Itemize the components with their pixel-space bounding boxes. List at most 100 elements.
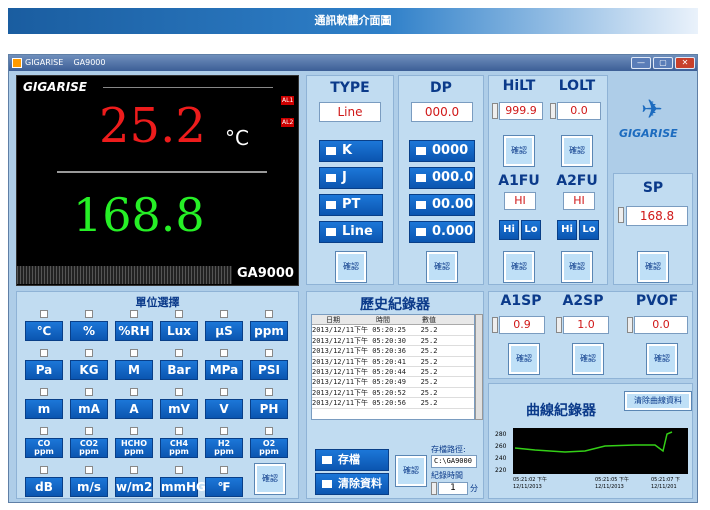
unit-button-hcho[interactable]: HCHO ppm [115,438,153,458]
unit-checkbox-ms[interactable] [85,466,93,474]
history-row[interactable]: 2013/12/11下午 05:20:25 25.2 [312,325,474,336]
unit-button-wm2[interactable]: w/m2 [115,477,153,497]
a1sp-spinner[interactable] [492,317,498,333]
unit-button-mpa[interactable]: MPa [205,360,243,380]
clear-data-button[interactable]: 清除資料 [315,473,389,495]
a1fu-confirm-button[interactable]: 確認 [503,251,535,283]
unit-button-db[interactable]: dB [25,477,63,497]
interval-spinner[interactable] [431,482,437,495]
unit-button-meter[interactable]: m [25,399,63,419]
clear-curve-button[interactable]: 清除曲線資料 [624,391,692,411]
dp-option-000-0[interactable]: 000.0 [409,167,475,189]
unit-checkbox-celsius[interactable] [40,310,48,318]
unit-checkbox-bar[interactable] [175,349,183,357]
unit-button-m[interactable]: M [115,360,153,380]
unit-checkbox-psi[interactable] [265,349,273,357]
unit-button-pa[interactable]: Pa [25,360,63,380]
unit-button-ph[interactable]: PH [250,399,288,419]
unit-checkbox-ch4[interactable] [175,427,183,435]
type-option-pt[interactable]: PT [319,194,383,216]
unit-checkbox-ph[interactable] [265,388,273,396]
maximize-button[interactable]: ▢ [653,57,673,69]
history-row[interactable]: 2013/12/11下午 05:20:56 25.2 [312,398,474,409]
a2sp-value[interactable]: 1.0 [563,316,609,334]
unit-checkbox-ma[interactable] [85,388,93,396]
unit-checkbox-meter[interactable] [40,388,48,396]
unit-button-percent[interactable]: % [70,321,108,341]
unit-button-lux[interactable]: Lux [160,321,198,341]
close-button[interactable]: ✕ [675,57,695,69]
dp-option-0-000[interactable]: 0.000 [409,221,475,243]
unit-button-mv[interactable]: mV [160,399,198,419]
unit-checkbox-pa[interactable] [40,349,48,357]
unit-button-o2[interactable]: O2 ppm [250,438,288,458]
pvof-confirm-button[interactable]: 確認 [646,343,678,375]
unit-checkbox-o2[interactable] [265,427,273,435]
a2fu-confirm-button[interactable]: 確認 [561,251,593,283]
unit-checkbox-rh[interactable] [130,310,138,318]
unit-button-kg[interactable]: KG [70,360,108,380]
unit-checkbox-h2[interactable] [220,427,228,435]
path-input[interactable]: C:\GA9000 [431,455,477,468]
unit-checkbox-mv[interactable] [175,388,183,396]
unit-checkbox-hcho[interactable] [130,427,138,435]
unit-button-co2[interactable]: CO2 ppm [70,438,108,458]
a2sp-spinner[interactable] [556,317,562,333]
unit-button-mmhg[interactable]: mmHG [160,477,206,497]
type-option-line[interactable]: Line [319,221,383,243]
unit-checkbox-us[interactable] [220,310,228,318]
history-confirm-button[interactable]: 確認 [395,455,427,487]
history-row[interactable]: 2013/12/11下午 05:20:52 25.2 [312,388,474,399]
type-confirm-button[interactable]: 確認 [335,251,367,283]
pvof-value[interactable]: 0.0 [634,316,688,334]
unit-button-ch4[interactable]: CH4 ppm [160,438,198,458]
sp-spinner[interactable] [618,207,624,223]
unit-button-a[interactable]: A [115,399,153,419]
lolt-confirm-button[interactable]: 確認 [561,135,593,167]
type-option-k[interactable]: K [319,140,383,162]
unit-checkbox-a[interactable] [130,388,138,396]
history-table[interactable]: 日期 時間 數值 2013/12/11下午 05:20:25 25.2 2013/12/… [311,314,475,420]
minimize-button[interactable]: — [631,57,651,69]
pvof-spinner[interactable] [627,317,633,333]
type-option-j[interactable]: J [319,167,383,189]
lolt-spinner[interactable] [550,103,556,119]
a1sp-confirm-button[interactable]: 確認 [508,343,540,375]
unit-button-co[interactable]: CO ppm [25,438,63,458]
a2sp-confirm-button[interactable]: 確認 [572,343,604,375]
unit-checkbox-wm2[interactable] [130,466,138,474]
hilt-spinner[interactable] [492,103,498,119]
a1fu-hi-button[interactable]: Hi [499,220,519,240]
unit-checkbox-fahrenheit[interactable] [220,466,228,474]
unit-button-ms[interactable]: m/s [70,477,108,497]
lolt-value[interactable]: 0.0 [557,102,601,120]
hilt-value[interactable]: 999.9 [499,102,543,120]
save-button[interactable]: 存檔 [315,449,389,471]
dp-option-00-00[interactable]: 00.00 [409,194,475,216]
unit-checkbox-kg[interactable] [85,349,93,357]
unit-checkbox-db[interactable] [40,466,48,474]
history-row[interactable]: 2013/12/11下午 05:20:44 25.2 [312,367,474,378]
sp-value[interactable]: 168.8 [626,206,688,226]
unit-checkbox-mmhg[interactable] [175,466,183,474]
a1fu-lo-button[interactable]: Lo [521,220,541,240]
unit-button-rh[interactable]: %RH [115,321,153,341]
unit-button-celsius[interactable]: ℃ [25,321,63,341]
unit-button-v[interactable]: V [205,399,243,419]
a2fu-hi-button[interactable]: Hi [557,220,577,240]
dp-option-0000[interactable]: 0000 [409,140,475,162]
unit-button-ppm[interactable]: ppm [250,321,288,341]
unit-checkbox-co[interactable] [40,427,48,435]
interval-input[interactable]: 1 [438,482,468,495]
a1sp-value[interactable]: 0.9 [499,316,545,334]
unit-checkbox-ppm[interactable] [265,310,273,318]
history-row[interactable]: 2013/12/11下午 05:20:49 25.2 [312,377,474,388]
history-scrollbar[interactable] [475,314,483,420]
unit-checkbox-m[interactable] [130,349,138,357]
unit-button-h2[interactable]: H2 ppm [205,438,243,458]
unit-button-fahrenheit[interactable]: ℉ [205,477,243,497]
unit-button-psi[interactable]: PSI [250,360,288,380]
hilt-confirm-button[interactable]: 確認 [503,135,535,167]
sp-confirm-button[interactable]: 確認 [637,251,669,283]
unit-checkbox-percent[interactable] [85,310,93,318]
